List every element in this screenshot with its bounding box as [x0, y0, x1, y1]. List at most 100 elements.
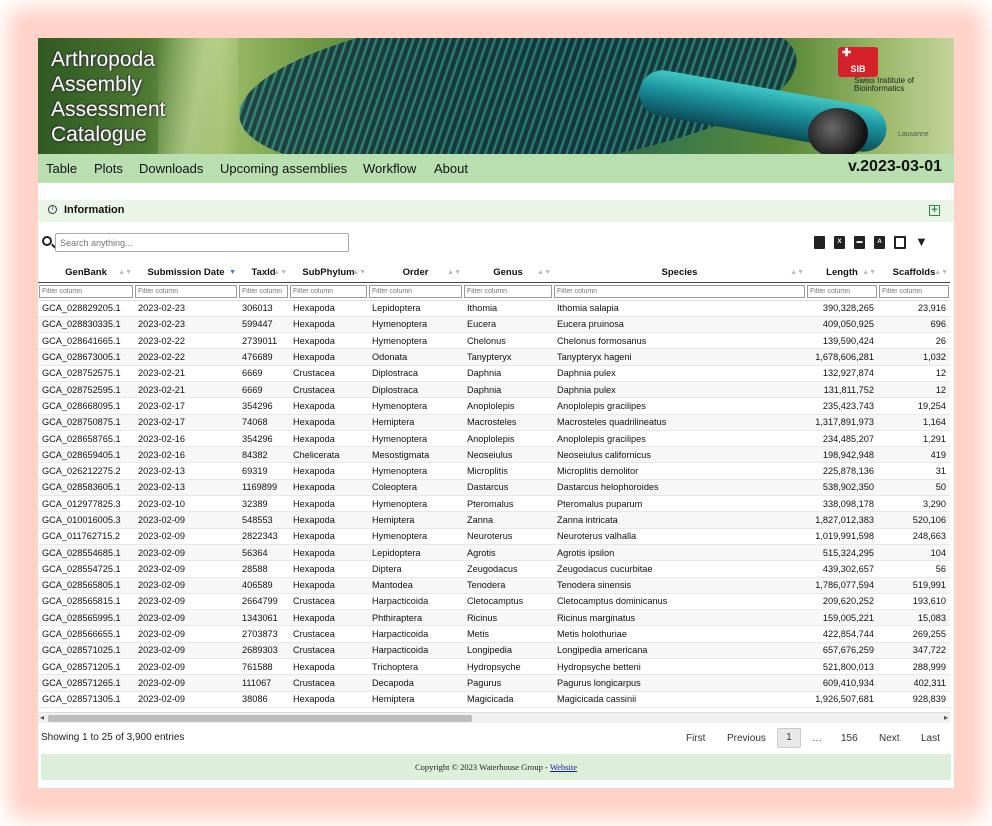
table-row[interactable]: GCA_028752575.1 2023-02-21 6669 Crustacea Di… [38, 365, 950, 382]
nav-workflow[interactable]: Workflow [363, 161, 416, 176]
website-link[interactable]: Website [550, 762, 577, 772]
nav-about[interactable]: About [434, 161, 468, 176]
table-cell: Cletocamptus [463, 593, 553, 611]
filter-input-genus[interactable] [464, 284, 552, 298]
col-header-scaffolds[interactable]: Scaffolds ▲▼ [878, 264, 950, 283]
col-header-length[interactable]: Length ▲▼ [806, 264, 878, 283]
table-row[interactable]: GCA_028565995.1 2023-02-09 1343061 Hexapoda… [38, 609, 950, 627]
filter-input-genbank[interactable] [39, 284, 133, 298]
table-cell: 2689303 [238, 642, 289, 660]
pager-last-page[interactable]: 156 [841, 733, 858, 744]
col-header-genus[interactable]: Genus ▲▼ [463, 264, 553, 283]
pager-last[interactable]: Last [921, 733, 940, 744]
table-row[interactable]: GCA_028750875.1 2023-02-17 74068 Hexapoda He… [38, 414, 950, 431]
banner-dragonfly-head [808, 108, 868, 154]
pager-first[interactable]: First [686, 733, 705, 744]
table-row[interactable]: GCA_011762715.2 2023-02-09 2822343 Hexapoda… [38, 528, 950, 545]
table-cell: Agrotis [463, 544, 553, 562]
col-header-order[interactable]: Order ▲▼ [368, 264, 463, 283]
filter-cell [463, 282, 553, 301]
table-row[interactable]: GCA_028571305.1 2023-02-09 38086 Hexapoda He… [38, 691, 950, 708]
table-row[interactable]: GCA_028673005.1 2023-02-22 476689 Hexapoda O… [38, 348, 950, 366]
col-header-genbank[interactable]: GenBank ▲▼ [38, 264, 134, 283]
table-cell: Neuroterus [463, 528, 553, 545]
table-cell: 248,663 [878, 528, 950, 545]
table-row[interactable]: GCA_010016005.3 2023-02-09 548553 Hexapoda H… [38, 511, 950, 529]
table-row[interactable]: GCA_028554725.1 2023-02-09 28588 Hexapoda Di… [38, 560, 950, 578]
nav-plots[interactable]: Plots [94, 161, 123, 176]
table-row[interactable]: GCA_028830335.1 2023-02-23 599447 Hexapoda H… [38, 316, 950, 334]
table-cell: GCA_028571205.1 [38, 658, 134, 676]
site-title[interactable]: Arthropoda Assembly Assessment Catalogue [51, 47, 251, 147]
information-panel-header[interactable]: i Information + [38, 200, 954, 222]
table-row[interactable]: GCA_028571205.1 2023-02-09 761588 Hexapoda T… [38, 658, 950, 676]
table-cell: Hexapoda [289, 658, 368, 676]
table-cell: GCA_028565805.1 [38, 577, 134, 594]
pager-current-page[interactable]: 1 [777, 728, 801, 748]
table-row[interactable]: GCA_028571025.1 2023-02-09 2689303 Crustace… [38, 642, 950, 660]
excel-icon[interactable]: X [834, 236, 845, 249]
table-row[interactable]: GCA_012977825.3 2023-02-10 32389 Hexapoda Hy… [38, 495, 950, 513]
sib-logo[interactable]: ✚ SIB [838, 47, 878, 77]
table-cell: Harpacticoida [368, 593, 463, 611]
table-row[interactable]: GCA_028571265.1 2023-02-09 111067 Crustacea… [38, 674, 950, 692]
table-row[interactable]: GCA_028554685.1 2023-02-09 56364 Hexapoda Le… [38, 544, 950, 562]
col-header-taxid[interactable]: TaxId ▲▼ [238, 264, 289, 283]
table-cell: 32389 [238, 495, 289, 513]
scroll-right-icon[interactable]: ▸ [944, 713, 948, 722]
table-cell: Coleoptera [368, 479, 463, 497]
filter-input-length[interactable] [807, 284, 877, 298]
filter-input-order[interactable] [369, 284, 462, 298]
table-row[interactable]: GCA_028668095.1 2023-02-17 354296 Hexapoda H… [38, 397, 950, 415]
search-input[interactable] [55, 233, 349, 252]
table-cell: Crustacea [289, 593, 368, 611]
col-header-species[interactable]: Species ▲▼ [553, 264, 806, 283]
filter-input-taxid[interactable] [239, 284, 288, 298]
table-body: GCA_028829205.1 2023-02-23 306013 Hexapoda L… [38, 300, 950, 708]
col-header-label: TaxId [251, 267, 276, 279]
nav-downloads[interactable]: Downloads [139, 161, 203, 176]
table-row[interactable]: GCA_028566655.1 2023-02-09 2703873 Crustace… [38, 625, 950, 643]
table-row[interactable]: GCA_028583605.1 2023-02-13 1169899 Hexapoda… [38, 479, 950, 497]
table-row[interactable]: GCA_028658765.1 2023-02-16 354296 Hexapoda H… [38, 430, 950, 448]
table-row[interactable]: GCA_026212275.2 2023-02-13 69319 Hexapoda Hy… [38, 462, 950, 480]
plus-square-icon[interactable]: + [929, 205, 940, 216]
table-cell: Hexapoda [289, 560, 368, 578]
nav-upcoming-assemblies[interactable]: Upcoming assemblies [220, 161, 347, 176]
table-row[interactable]: GCA_028829205.1 2023-02-23 306013 Hexapoda L… [38, 300, 950, 317]
nav-table[interactable]: Table [46, 161, 77, 176]
table-cell: 56364 [238, 544, 289, 562]
scroll-left-icon[interactable]: ◂ [40, 713, 44, 722]
col-header-subphylum[interactable]: SubPhylum ▲▼ [289, 264, 368, 283]
filter-input-subphylum[interactable] [290, 284, 367, 298]
copy-icon[interactable] [814, 236, 825, 249]
pdf-icon[interactable]: A [874, 236, 885, 249]
table-cell: GCA_028571025.1 [38, 642, 134, 660]
table-cell: Macrosteles quadrilineatus [553, 414, 806, 431]
table-row[interactable]: GCA_028565805.1 2023-02-09 406589 Hexapoda M… [38, 577, 950, 594]
horizontal-scrollbar[interactable]: ◂ ▸ [38, 712, 950, 723]
pager-ellipsis: … [812, 733, 822, 744]
table-cell: Hexapoda [289, 316, 368, 334]
columns-icon[interactable] [894, 236, 906, 249]
filter-input-species[interactable] [554, 284, 805, 298]
table-cell: 2023-02-09 [134, 625, 238, 643]
csv-icon[interactable]: ▬ [854, 236, 865, 249]
col-header-submission-date[interactable]: Submission Date ▼ [134, 264, 238, 283]
table-cell: 26 [878, 332, 950, 350]
filter-icon[interactable]: ▼ [915, 235, 928, 249]
table-cell: Hexapoda [289, 430, 368, 448]
table-row[interactable]: GCA_028659405.1 2023-02-16 84382 Chelicerat… [38, 446, 950, 464]
pager-previous[interactable]: Previous [727, 733, 766, 744]
pager-next[interactable]: Next [879, 733, 900, 744]
table-row[interactable]: GCA_028752595.1 2023-02-21 6669 Crustacea Di… [38, 381, 950, 399]
table-row[interactable]: GCA_028641665.1 2023-02-22 2739011 Hexapoda… [38, 332, 950, 350]
table-cell: 354296 [238, 397, 289, 415]
table-row[interactable]: GCA_028565815.1 2023-02-09 2664799 Crustace… [38, 593, 950, 611]
table-cell: Hexapoda [289, 414, 368, 431]
table-cell: Dastarcus [463, 479, 553, 497]
table-cell: GCA_028658765.1 [38, 430, 134, 448]
filter-input-submission-date[interactable] [135, 284, 237, 298]
filter-input-scaffolds[interactable] [879, 284, 949, 298]
scrollbar-thumb[interactable] [48, 715, 472, 722]
